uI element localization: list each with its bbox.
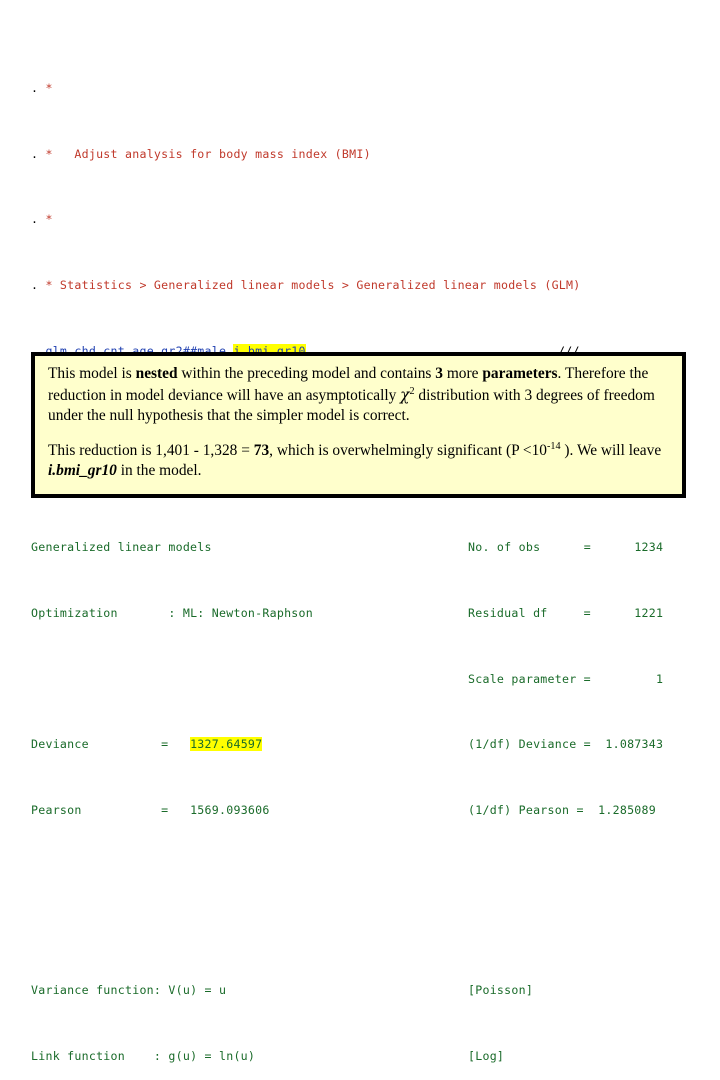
callout-p1-bold-nested: nested (135, 365, 178, 382)
callout-p2-bolditalic-variable: i.bmi_gr10 (48, 462, 117, 479)
stata-prompt: . (31, 212, 39, 227)
stata-prompt: . (31, 146, 39, 161)
callout-p1-bold-parameters: parameters (482, 365, 558, 382)
result-row-scale-parameter: Scale parameter = 1 (31, 671, 703, 687)
link-family-badge: [Log] (468, 1048, 505, 1063)
deviance-label: Deviance (31, 737, 89, 752)
annotation-callout-box: This model is nested within the precedin… (31, 352, 686, 498)
df-pearson-value: 1.285089 (598, 802, 656, 817)
comment-line-3: . * (31, 211, 703, 227)
df-deviance-row: (1/df) Deviance = 1.087343 (468, 737, 664, 752)
callout-paragraph-1: This model is nested within the precedin… (48, 364, 670, 427)
pvalue-exponent: -14 (546, 440, 561, 452)
df-deviance-value: 1.087343 (605, 737, 664, 752)
chi-symbol: χ (400, 385, 410, 404)
callout-p2-seg4: We will leave (576, 441, 662, 459)
callout-p2-seg3: ). (560, 441, 574, 459)
no-of-obs-label: No. of obs (468, 540, 541, 555)
pearson-label: Pearson (31, 802, 82, 817)
scale-parameter-label: Scale parameter (468, 671, 577, 686)
link-function-label: Link function (31, 1048, 125, 1063)
scale-parameter-value: 1 (655, 671, 664, 686)
callout-p2-seg5: in the model. (116, 462, 202, 479)
residual-df-value: 1221 (634, 606, 664, 621)
pearson-value: 1569.093606 (190, 802, 270, 817)
comment-line-2: . * Adjust analysis for body mass index … (31, 146, 703, 162)
result-row-optimization: Optimization : ML: Newton-Raphson Residu… (31, 605, 703, 621)
result-row-deviance: Deviance = 1327.64597 (1/df) Deviance = … (31, 736, 703, 752)
callout-paragraph-2: This reduction is 1,401 - 1,328 = 73, wh… (48, 441, 670, 482)
callout-p2-seg1: This reduction is 1,401 - 1,328 = (48, 441, 254, 459)
optimization-label: Optimization (31, 606, 118, 621)
stata-console-output: . * . * Adjust analysis for body mass in… (31, 31, 703, 1080)
result-row-link-function: Link function : g(u) = ln(u) [Log] (31, 1048, 703, 1064)
df-pearson-label: (1/df) Pearson (468, 802, 570, 817)
df-pearson-row: (1/df) Pearson = 1.285089 (468, 802, 656, 817)
variance-function-label: Variance function: (31, 983, 162, 998)
variance-family-badge: [Poisson] (468, 983, 534, 998)
stata-prompt: . (31, 81, 39, 96)
comment-text: * (45, 81, 53, 96)
callout-p2-seg2: , which is overwhelmingly significant (P… (269, 441, 547, 459)
result-row-pearson: Pearson = 1569.093606 (1/df) Pearson = 1… (31, 802, 703, 818)
scale-parameter-row: Scale parameter = 1 (468, 671, 664, 686)
comment-text: * Statistics > Generalized linear models… (45, 278, 581, 293)
link-function-value: : g(u) = ln(u) (153, 1048, 256, 1063)
optimization-value: : ML: Newton-Raphson (168, 606, 313, 621)
callout-p2-bold-value: 73 (253, 441, 270, 459)
pearson-row: Pearson = 1569.093606 (31, 802, 270, 817)
callout-p1-seg6: distribution (414, 386, 490, 404)
link-function-row: Link function : g(u) = ln(u) (31, 1048, 255, 1064)
stata-prompt: . (31, 278, 39, 293)
callout-p1-seg4: . (557, 365, 562, 382)
result-row-variance-function: Variance function: V(u) = u [Poisson] (31, 982, 703, 998)
variance-function-row: Variance function: V(u) = u (31, 982, 226, 998)
comment-text: * (45, 212, 53, 227)
callout-p1-seg1: This model is (48, 365, 136, 382)
callout-p1-seg3: more (442, 365, 483, 382)
comment-line-4-menu-path: . * Statistics > Generalized linear mode… (31, 277, 703, 293)
df-deviance-label: (1/df) Deviance (468, 737, 577, 752)
callout-p1-seg2: within the preceding model and contains (177, 365, 436, 382)
residual-df-row: Residual df = 1221 (468, 606, 664, 621)
residual-df-label: Residual df (468, 606, 548, 621)
model-title: Generalized linear models (31, 540, 212, 555)
result-row-title: Generalized linear models No. of obs = 1… (31, 539, 703, 555)
callout-p1-bold-count: 3 (435, 365, 443, 382)
variance-function-value: V(u) = u (168, 983, 227, 998)
highlighted-deviance-value: 1327.64597 (190, 737, 263, 752)
optimization-row: Optimization : ML: Newton-Raphson (31, 605, 313, 621)
no-of-obs-row: No. of obs = 1234 (468, 540, 664, 555)
comment-line-1: . * (31, 80, 703, 96)
no-of-obs-value: 1234 (634, 540, 664, 555)
deviance-row: Deviance = 1327.64597 (31, 737, 263, 752)
comment-text: * Adjust analysis for body mass index (B… (45, 146, 371, 161)
